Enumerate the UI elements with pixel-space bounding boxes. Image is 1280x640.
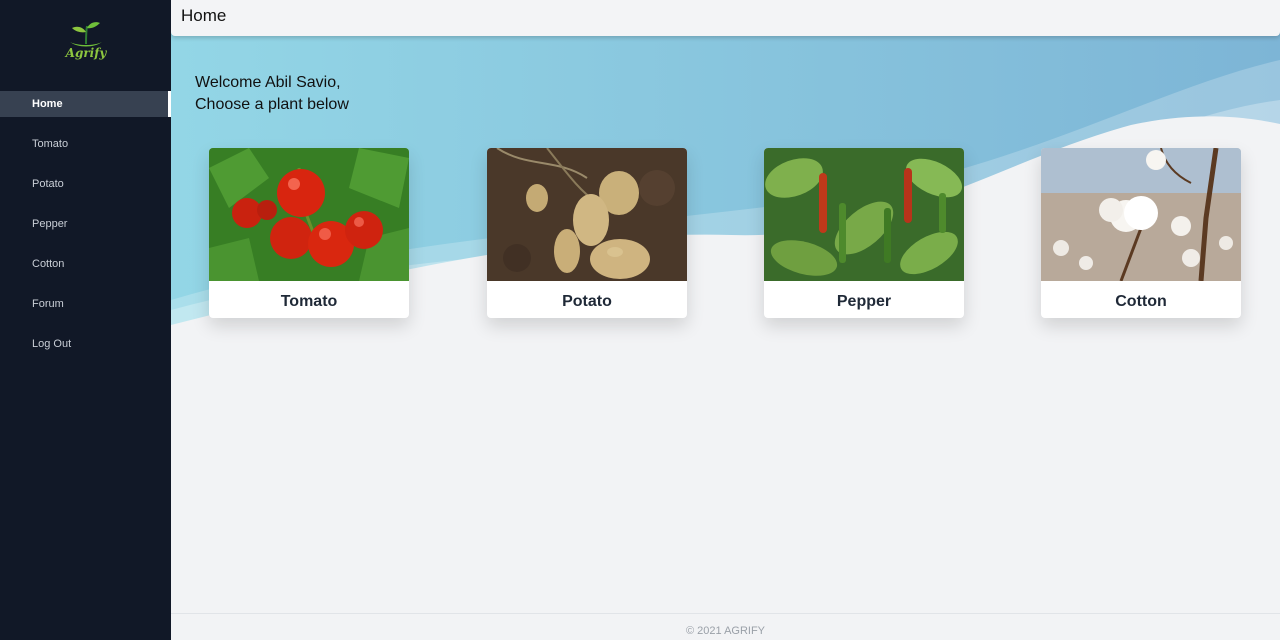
brand-name: Agrify bbox=[65, 46, 107, 60]
welcome-instruction: Choose a plant below bbox=[195, 96, 349, 113]
sidebar-item-logout[interactable]: Log Out bbox=[0, 331, 171, 357]
sidebar: Agrify Home Tomato Potato Pepper Cotton … bbox=[0, 0, 171, 640]
sidebar-item-cotton[interactable]: Cotton bbox=[0, 251, 171, 277]
footer: © 2021 AGRIFY bbox=[171, 613, 1280, 640]
card-label-cotton: Cotton bbox=[1115, 293, 1167, 310]
cotton-image bbox=[1041, 148, 1241, 281]
plant-card-pepper[interactable]: Pepper bbox=[764, 148, 964, 318]
welcome-greeting: Welcome Abil Savio, bbox=[195, 74, 341, 91]
sidebar-item-tomato[interactable]: Tomato bbox=[0, 131, 171, 157]
sidebar-item-potato[interactable]: Potato bbox=[0, 171, 171, 197]
card-label-potato: Potato bbox=[562, 293, 612, 310]
sidebar-nav: Home Tomato Potato Pepper Cotton Forum L… bbox=[0, 91, 171, 371]
copyright-text: © 2021 AGRIFY bbox=[685, 625, 766, 637]
plant-card-tomato[interactable]: Tomato bbox=[209, 148, 409, 318]
sidebar-item-pepper[interactable]: Pepper bbox=[0, 211, 171, 237]
plant-card-cotton[interactable]: Cotton bbox=[1041, 148, 1241, 318]
card-label-pepper: Pepper bbox=[836, 293, 892, 310]
card-label-tomato: Tomato bbox=[280, 293, 338, 310]
tomato-image bbox=[209, 148, 409, 281]
page-title: Home bbox=[181, 6, 227, 25]
sprout-icon bbox=[70, 22, 102, 47]
plant-card-potato[interactable]: Potato bbox=[487, 148, 687, 318]
pepper-image bbox=[764, 148, 964, 281]
potato-image bbox=[487, 148, 687, 281]
top-bar: Home bbox=[171, 0, 1280, 36]
sidebar-item-home[interactable]: Home bbox=[0, 91, 171, 117]
main-content: Home Welcome Abil Savio, Choose a plant … bbox=[171, 0, 1280, 640]
agrify-logo[interactable]: Agrify bbox=[60, 18, 112, 68]
welcome-message: Welcome Abil Savio, Choose a plant below bbox=[195, 72, 349, 116]
sidebar-item-forum[interactable]: Forum bbox=[0, 291, 171, 317]
